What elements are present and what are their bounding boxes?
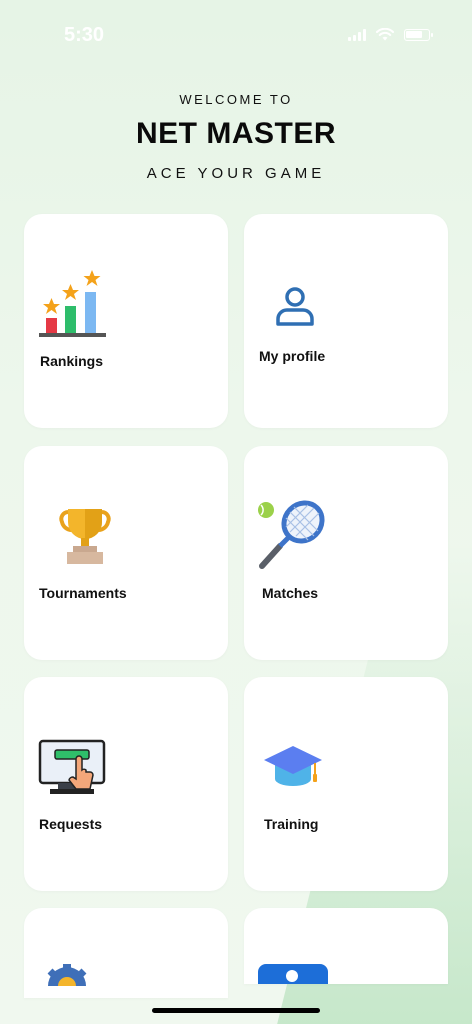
welcome-header: WELCOME TO NET MASTER ACE YOUR GAME xyxy=(0,92,472,182)
status-time: 5:30 xyxy=(64,24,105,46)
wifi-icon xyxy=(376,28,394,41)
matches-label: Matches xyxy=(262,585,319,601)
settings-card[interactable] xyxy=(24,908,228,998)
rankings-label: Rankings xyxy=(40,353,104,369)
status-bar: 5:30 xyxy=(0,0,472,70)
graduation-cap-icon xyxy=(264,746,322,786)
contacts-card[interactable] xyxy=(244,908,448,984)
matches-card[interactable]: Matches xyxy=(244,446,448,660)
tournaments-label: Tournaments xyxy=(39,585,127,601)
my-profile-label: My profile xyxy=(259,348,326,364)
training-label: Training xyxy=(264,816,319,832)
tennis-racket-ball-icon xyxy=(258,500,325,569)
app-tagline: ACE YOUR GAME xyxy=(146,165,326,182)
app-title: NET MASTER xyxy=(136,117,336,150)
status-icons xyxy=(348,28,433,41)
trophy-icon xyxy=(59,509,111,564)
user-profile-icon xyxy=(276,287,314,326)
requests-card[interactable]: Requests xyxy=(24,677,228,891)
gear-icon xyxy=(47,964,87,986)
battery-icon xyxy=(404,28,433,41)
rankings-bar-chart-stars-icon xyxy=(39,270,106,337)
training-card[interactable]: Training xyxy=(244,677,448,891)
home-indicator[interactable] xyxy=(152,1008,320,1013)
requests-label: Requests xyxy=(39,816,103,832)
cellular-signal-icon xyxy=(348,28,366,41)
monitor-click-icon xyxy=(38,739,106,794)
my-profile-card[interactable]: My profile xyxy=(244,214,448,428)
rankings-card[interactable]: Rankings xyxy=(24,214,228,428)
contact-card-icon xyxy=(258,964,328,984)
welcome-text: WELCOME TO xyxy=(179,92,293,107)
tournaments-card[interactable]: Tournaments xyxy=(24,446,228,660)
